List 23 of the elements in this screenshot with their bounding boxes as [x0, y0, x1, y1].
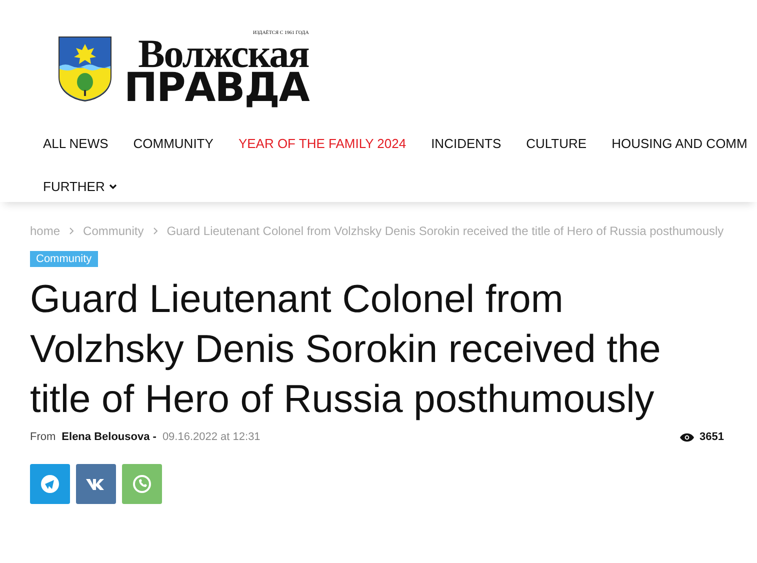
nav-link[interactable]: CULTURE: [526, 136, 587, 151]
eye-icon: [680, 432, 694, 442]
phone-icon: [132, 474, 152, 494]
share-button[interactable]: [30, 464, 70, 504]
publish-date: 09.16.2022 at 12:31: [162, 431, 260, 443]
nav-dropdown[interactable]: FURTHER: [0, 151, 117, 194]
breadcrumb-current: Guard Lieutenant Colonel from Volzhsky Denis Sorokin received the title of Hero of Russia posthumously: [166, 224, 724, 238]
logo-icon: [86, 478, 106, 490]
caret-icon: [108, 184, 117, 190]
author-link[interactable]: Elena Belousova -: [62, 431, 156, 443]
nav-link[interactable]: COMMUNITY: [133, 136, 214, 151]
author-label: From: [30, 431, 56, 443]
share-button[interactable]: [76, 464, 116, 504]
share-button[interactable]: [122, 464, 162, 504]
logo-subtitle: ПРАВДА: [124, 68, 309, 108]
nav-link[interactable]: YEAR OF THE FAMILY 2024: [238, 136, 406, 151]
coat-of-arms-icon: [58, 36, 112, 102]
nav-link[interactable]: ALL NEWS: [43, 136, 108, 151]
paper-plane-icon: [41, 475, 59, 493]
article-title: Guard Lieutenant Colonel from Volzhsky Denis Sorokin received the title of Hero of Russia posthumously: [30, 277, 662, 423]
view-count: 3651: [700, 431, 724, 443]
nav-link[interactable]: INCIDENTS: [431, 136, 502, 151]
nav-link[interactable]: HOUSING AND COMM: [612, 136, 748, 151]
